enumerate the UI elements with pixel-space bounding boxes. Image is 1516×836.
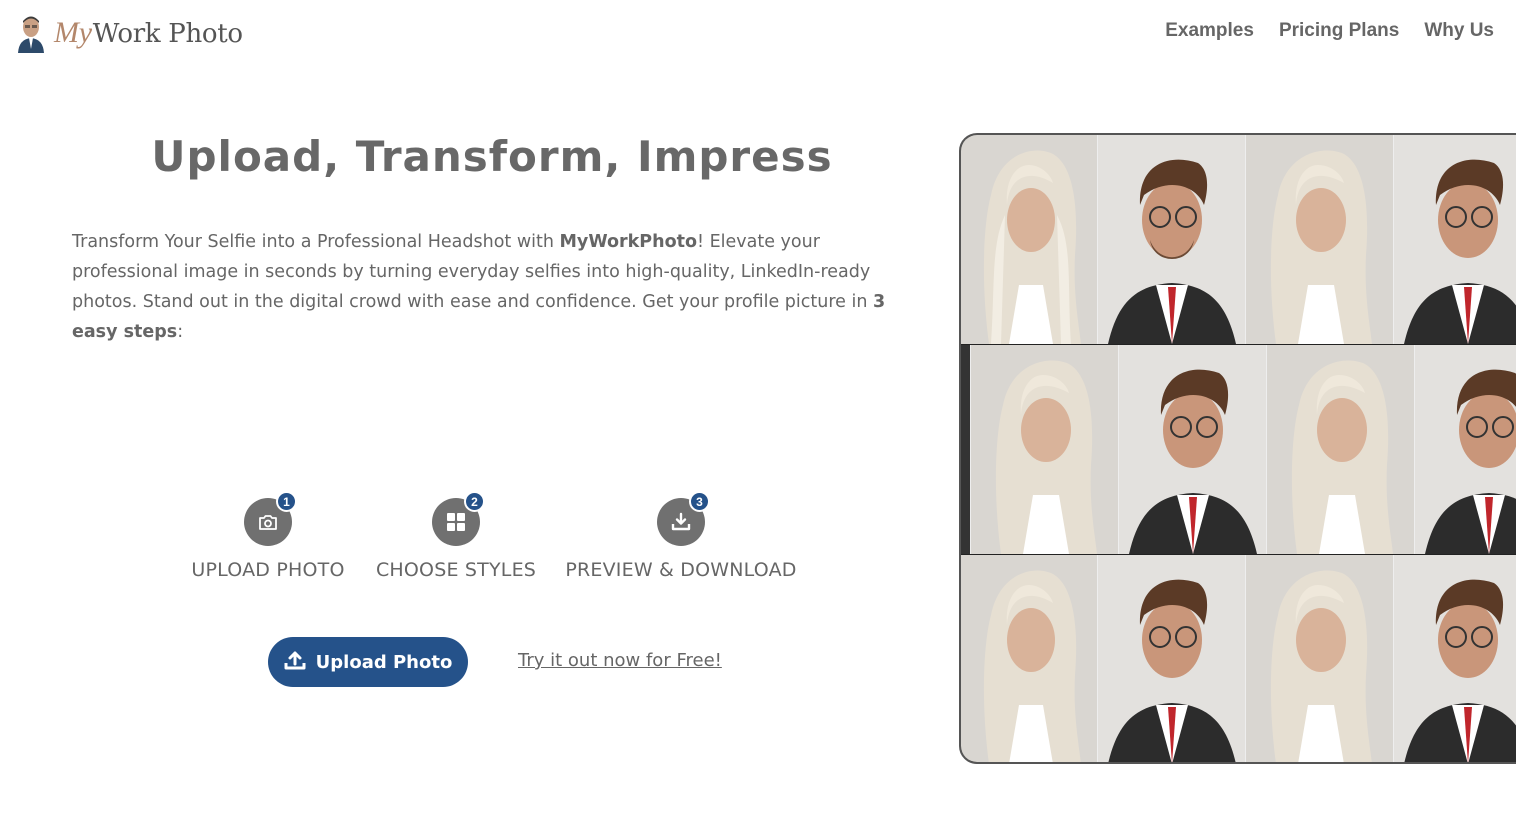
steps: 1 UPLOAD PHOTO 2 CHOOSE STYLES 3 PREVIEW… xyxy=(0,491,940,598)
header: My Work Photo Examples Pricing Plans Why… xyxy=(0,0,1516,66)
headshot-woman-image xyxy=(1267,345,1415,554)
upload-icon xyxy=(284,650,306,675)
logo-rest: Work Photo xyxy=(92,19,243,49)
headshot-woman-image xyxy=(961,555,1098,762)
headshot-woman-image xyxy=(1246,555,1394,762)
hero-intro: Transform Your Selfie into a Professiona… xyxy=(72,227,912,347)
intro-brand: MyWorkPhoto xyxy=(559,232,698,252)
download-icon: 3 xyxy=(657,491,710,546)
gallery-row xyxy=(961,345,1516,554)
headshot-man-image xyxy=(1098,555,1246,762)
headshot-edge-image xyxy=(961,345,971,554)
camera-icon: 1 xyxy=(244,491,297,546)
headshot-gallery xyxy=(959,133,1516,764)
logo-avatar-icon xyxy=(16,13,46,53)
step-preview-download: 3 PREVIEW & DOWNLOAD xyxy=(560,491,802,581)
headshot-woman-image xyxy=(1246,135,1394,344)
grid-icon: 2 xyxy=(432,491,485,546)
step-badge: 1 xyxy=(276,491,297,512)
nav-pricing-plans[interactable]: Pricing Plans xyxy=(1279,20,1399,42)
logo-text: My Work Photo xyxy=(54,16,243,50)
nav-why-us[interactable]: Why Us xyxy=(1424,20,1494,42)
nav-examples[interactable]: Examples xyxy=(1165,20,1254,42)
headshot-woman-image xyxy=(971,345,1119,554)
upload-photo-label: Upload Photo xyxy=(315,651,453,673)
logo-my: My xyxy=(54,16,92,49)
logo[interactable]: My Work Photo xyxy=(16,12,243,54)
step-badge: 2 xyxy=(464,491,485,512)
try-free-link[interactable]: Try it out now for Free! xyxy=(518,650,722,671)
headshot-man-image xyxy=(1394,555,1516,762)
gallery-row xyxy=(961,555,1516,762)
upload-photo-button[interactable]: Upload Photo xyxy=(268,637,468,687)
headshot-man-image xyxy=(1119,345,1267,554)
step-label: UPLOAD PHOTO xyxy=(191,559,345,581)
gallery-row xyxy=(961,135,1516,344)
headshot-man-image xyxy=(1098,135,1246,344)
intro-end: : xyxy=(177,322,184,342)
headshot-woman-image xyxy=(961,135,1098,344)
headshot-man-image xyxy=(1394,135,1516,344)
step-label: PREVIEW & DOWNLOAD xyxy=(565,559,797,581)
intro-text-1: Transform Your Selfie into a Professiona… xyxy=(72,232,560,252)
step-upload-photo: 1 UPLOAD PHOTO xyxy=(188,491,348,581)
main-nav: Examples Pricing Plans Why Us xyxy=(1165,20,1494,42)
step-label: CHOOSE STYLES xyxy=(375,559,537,581)
step-choose-styles: 2 CHOOSE STYLES xyxy=(372,491,540,581)
step-badge: 3 xyxy=(689,491,710,512)
hero-title: Upload, Transform, Impress xyxy=(151,132,833,181)
headshot-man-image xyxy=(1415,345,1516,554)
